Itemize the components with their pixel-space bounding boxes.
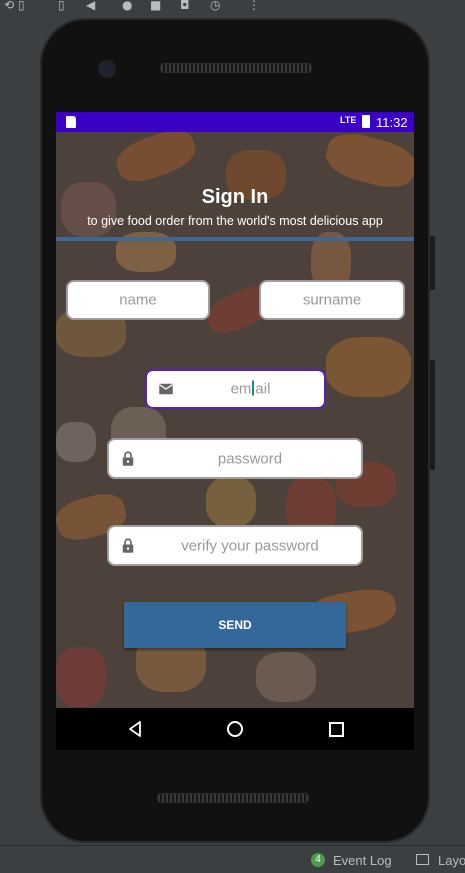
camera-icon[interactable]: ◘: [180, 0, 190, 12]
page-title: Sign In: [201, 186, 269, 208]
app-screen: LTE 11:32 Sign In to give food order fro…: [56, 112, 414, 708]
volume-button: [430, 236, 435, 290]
verify-password-input[interactable]: verify your password: [107, 525, 363, 566]
lock-icon: [122, 538, 134, 553]
layout-inspector-tab[interactable]: Layo: [438, 853, 465, 868]
signal-icon: LTE: [340, 115, 357, 125]
battery-icon: [362, 115, 370, 128]
event-log-tab[interactable]: Event Log: [333, 853, 392, 868]
device-icon[interactable]: ▯: [18, 0, 25, 12]
sd-card-icon: [66, 116, 76, 128]
page-subtitle: to give food order from the world's most…: [87, 214, 383, 228]
title-divider: [56, 237, 414, 241]
lock-icon: [122, 451, 134, 466]
email-input[interactable]: em ail: [145, 369, 326, 409]
surname-placeholder: surname: [302, 291, 362, 309]
send-button[interactable]: SEND: [124, 602, 346, 648]
dot-icon[interactable]: ●: [122, 0, 132, 12]
sync-icon[interactable]: ⟲: [4, 0, 14, 12]
event-log-count-badge: 4: [311, 853, 325, 867]
home-icon[interactable]: [227, 721, 243, 737]
surname-input[interactable]: surname: [259, 280, 405, 320]
email-text-before: em: [230, 380, 252, 398]
password-input[interactable]: password: [107, 438, 363, 479]
bottom-speaker: [157, 793, 309, 803]
name-placeholder: name: [119, 291, 157, 309]
recent-apps-icon[interactable]: [329, 722, 344, 737]
android-nav-bar: [56, 708, 414, 750]
top-speaker: [160, 63, 312, 73]
phone-icon[interactable]: ▯: [58, 0, 65, 12]
stop-icon[interactable]: ■: [150, 0, 161, 12]
front-camera: [100, 62, 114, 76]
status-time: 11:32: [376, 115, 408, 130]
more-icon[interactable]: ⋮: [248, 0, 260, 12]
verify-password-placeholder: verify your password: [181, 537, 319, 554]
name-input[interactable]: name: [66, 280, 210, 320]
email-placeholder: em ail: [177, 380, 324, 398]
back-icon[interactable]: [128, 721, 142, 737]
layout-inspector-icon: [416, 854, 429, 865]
record-icon[interactable]: ◷: [210, 0, 220, 12]
ide-status-bar: 4 Event Log Layo: [0, 845, 465, 873]
password-placeholder: password: [217, 450, 283, 467]
email-text-after: ail: [255, 380, 271, 398]
ide-toolbar: ⟲ ▯ ▯ ◀ ● ■ ◘ ◷ ⋮: [0, 0, 465, 14]
power-button: [430, 360, 435, 470]
mail-icon: [158, 383, 174, 395]
status-bar: LTE 11:32: [56, 112, 414, 132]
back-arrow-icon[interactable]: ◀: [86, 0, 95, 12]
